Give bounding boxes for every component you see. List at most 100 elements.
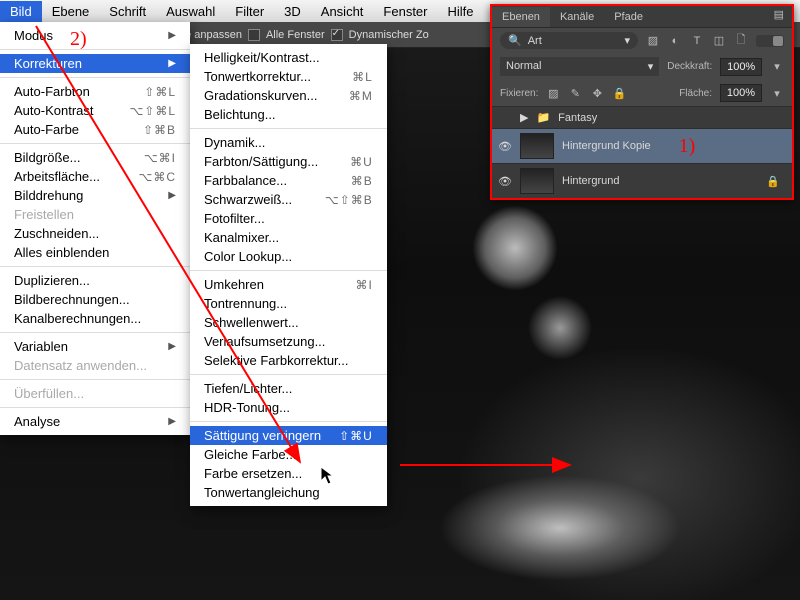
filter-shape-icon[interactable]: ◫: [712, 34, 726, 48]
tab-kanaele[interactable]: Kanäle: [550, 7, 604, 27]
filter-image-icon[interactable]: ▨: [646, 34, 660, 48]
menu_bild-item[interactable]: Bildberechnungen...: [0, 290, 190, 309]
menu_korr-item[interactable]: Tiefen/Lichter...: [190, 379, 387, 398]
menu_bild-item[interactable]: Bilddrehung ▶: [0, 186, 190, 205]
menu_bild-item[interactable]: Auto-Farbton⇧⌘L: [0, 82, 190, 101]
menu_bild-item[interactable]: Analyse▶: [0, 412, 190, 431]
menu_korr-item[interactable]: Fotofilter...: [190, 209, 387, 228]
menu_korr-item[interactable]: Gradationskurven... ⌘M: [190, 86, 387, 105]
dynamic-zoom-label: Dynamischer Zo: [349, 29, 429, 41]
menu-hilfe[interactable]: Hilfe: [438, 1, 484, 22]
all-windows-checkbox[interactable]: [248, 29, 260, 41]
menu_bild-item: Datensatz anwenden...: [0, 356, 190, 375]
filter-adjust-icon[interactable]: ◐: [668, 34, 682, 48]
panel-menu-icon[interactable]: ▤: [766, 2, 792, 27]
lock-position-icon[interactable]: ✥: [590, 86, 604, 100]
shortcut-label: ⌘L: [352, 70, 373, 84]
menu_bild-item[interactable]: Alles einblenden: [0, 243, 190, 262]
chevron-right-icon: ▶: [168, 190, 176, 201]
menu-item-label: Dynamik...: [204, 135, 265, 150]
layer-hintergrund-kopie[interactable]: 👁 Hintergrund Kopie 1): [492, 128, 792, 163]
menu-item-label: Bilddrehung: [14, 188, 83, 203]
menu-item-label: Belichtung...: [204, 107, 276, 122]
dynamic-zoom-checkbox[interactable]: [331, 29, 343, 41]
menu_bild-item[interactable]: Arbeitsfläche...⌥⌘C: [0, 167, 190, 186]
menu_korr-item[interactable]: Farbe ersetzen...: [190, 464, 387, 483]
menu_bild-item[interactable]: Bildgröße...⌥⌘I: [0, 148, 190, 167]
menu-bild[interactable]: Bild: [0, 1, 42, 22]
layer-thumbnail[interactable]: [520, 133, 554, 159]
filter-smart-icon[interactable]: 🗋: [734, 34, 748, 48]
menu-schrift[interactable]: Schrift: [99, 1, 156, 22]
menu_korr-item[interactable]: Dynamik...: [190, 133, 387, 152]
menu-item-label: Kanalmixer...: [204, 230, 279, 245]
lock-brush-icon[interactable]: ✎: [568, 86, 582, 100]
fill-dropdown-icon[interactable]: ▾: [770, 86, 784, 100]
menu-item-label: Duplizieren...: [14, 273, 90, 288]
shortcut-label: ⌘I: [355, 278, 372, 292]
menu_korr-item[interactable]: Gleiche Farbe...: [190, 445, 387, 464]
menu_korr-item[interactable]: Schwellenwert...: [190, 313, 387, 332]
layer-name[interactable]: Hintergrund Kopie: [562, 140, 651, 152]
visibility-toggle[interactable]: 👁: [498, 175, 512, 188]
shortcut-label: ⌥⌘C: [139, 170, 177, 184]
tab-ebenen[interactable]: Ebenen: [492, 7, 550, 27]
menu_bild-item[interactable]: Auto-Farbe⇧⌘B: [0, 120, 190, 139]
menu_korr-item[interactable]: Tontrennung...: [190, 294, 387, 313]
menu_bild-item[interactable]: Modus▶: [0, 26, 190, 45]
layer-filter-select[interactable]: 🔍 Art ▾: [500, 32, 638, 49]
menu_korr-item[interactable]: Schwarzweiß...⌥⇧⌘B: [190, 190, 387, 209]
filter-toggle[interactable]: [756, 35, 784, 47]
menu_korr-item[interactable]: Verlaufsumsetzung...: [190, 332, 387, 351]
layer-thumbnail[interactable]: [520, 168, 554, 194]
menu_korr-item[interactable]: Farbbalance...⌘B: [190, 171, 387, 190]
menu_korr-item[interactable]: Belichtung...: [190, 105, 387, 124]
menu-ansicht[interactable]: Ansicht: [311, 1, 374, 22]
menu_bild-item[interactable]: Korrekturen▶: [0, 54, 190, 73]
menu-ebene[interactable]: Ebene: [42, 1, 100, 22]
visibility-toggle[interactable]: 👁: [498, 140, 512, 153]
shortcut-label: ⌥⌘I: [144, 151, 176, 165]
menu-item-label: Überfüllen...: [14, 386, 84, 401]
menu-3d[interactable]: 3D: [274, 1, 311, 22]
menu_korr-item[interactable]: Sättigung verringern⇧⌘U: [190, 426, 387, 445]
menu-item-label: Selektive Farbkorrektur...: [204, 353, 349, 368]
chevron-right-icon[interactable]: ▶: [520, 111, 528, 124]
lock-pixels-icon[interactable]: ▨: [546, 86, 560, 100]
menu_korr-item[interactable]: Umkehren⌘I: [190, 275, 387, 294]
menu_bild-item[interactable]: Kanalberechnungen...: [0, 309, 190, 328]
shortcut-label: ⇧⌘B: [143, 123, 176, 137]
shortcut-label: ⌘M: [349, 89, 373, 103]
menu_korr-item[interactable]: Farbton/Sättigung...⌘U: [190, 152, 387, 171]
layer-name[interactable]: Fantasy: [558, 112, 597, 124]
menu_bild-item[interactable]: Duplizieren...: [0, 271, 190, 290]
menu-item-label: Gradationskurven...: [204, 88, 317, 103]
menu_bild-item[interactable]: Zuschneiden...: [0, 224, 190, 243]
menu_korr-item[interactable]: Selektive Farbkorrektur...: [190, 351, 387, 370]
menu_korr-item[interactable]: Tonwertkorrektur...⌘L: [190, 67, 387, 86]
menu_korr-item[interactable]: HDR-Tonung...: [190, 398, 387, 417]
layer-hintergrund[interactable]: 👁 Hintergrund 🔒: [492, 163, 792, 198]
menu-fenster[interactable]: Fenster: [373, 1, 437, 22]
menu_bild-item[interactable]: Auto-Kontrast⌥⇧⌘L: [0, 101, 190, 120]
menu_korr-item[interactable]: Kanalmixer...: [190, 228, 387, 247]
chevron-right-icon: ▶: [168, 58, 176, 69]
menu-filter[interactable]: Filter: [225, 1, 274, 22]
lock-icon[interactable]: 🔒: [766, 175, 780, 188]
layer-name[interactable]: Hintergrund: [562, 175, 619, 187]
blend-mode-select[interactable]: Normal▾: [500, 57, 659, 76]
fill-input[interactable]: 100%: [720, 84, 762, 102]
menu-auswahl[interactable]: Auswahl: [156, 1, 225, 22]
opacity-dropdown-icon[interactable]: ▾: [770, 60, 784, 74]
filter-type-icon[interactable]: T: [690, 34, 704, 48]
tab-pfade[interactable]: Pfade: [604, 7, 653, 27]
lock-all-icon[interactable]: 🔒: [612, 86, 626, 100]
all-windows-label: Alle Fenster: [266, 29, 325, 41]
menu-korrekturen-submenu: Helligkeit/Kontrast...Tonwertkorrektur..…: [190, 44, 387, 506]
menu_korr-item[interactable]: Helligkeit/Kontrast...: [190, 48, 387, 67]
opacity-input[interactable]: 100%: [720, 58, 762, 76]
menu_bild-item[interactable]: Variablen▶: [0, 337, 190, 356]
menu_korr-item[interactable]: Tonwertangleichung: [190, 483, 387, 502]
layer-group-fantasy[interactable]: ▶ 📁 Fantasy: [492, 106, 792, 128]
menu_korr-item[interactable]: Color Lookup...: [190, 247, 387, 266]
